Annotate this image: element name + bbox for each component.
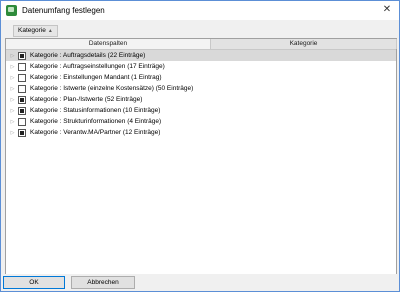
cancel-button[interactable]: Abbrechen <box>71 276 135 289</box>
dialog-window: Datenumfang festlegen ✕ Kategorie ▲ Date… <box>0 0 400 292</box>
group-row-label: Kategorie : Einstellungen Mandant (1 Ein… <box>30 74 162 81</box>
group-row-label: Kategorie : Statusinformationen (10 Eint… <box>30 107 161 114</box>
group-chip-kategorie[interactable]: Kategorie ▲ <box>13 25 58 37</box>
expand-arrow-icon[interactable]: ▷ <box>8 86 17 92</box>
group-row-label: Kategorie : Istwerte (einzelne Kostensät… <box>30 85 194 92</box>
group-row[interactable]: ▷ Kategorie : Statusinformationen (10 Ein… <box>6 105 396 116</box>
expand-arrow-icon[interactable]: ▷ <box>8 75 17 81</box>
group-row[interactable]: ▷ Kategorie : Einstellungen Mandant (1 Ei… <box>6 72 396 83</box>
row-checkbox[interactable] <box>18 106 26 115</box>
group-row[interactable]: ▷ Kategorie : Istwerte (einzelne Kostensä… <box>6 83 396 94</box>
grid-header: Datenspalten Kategorie <box>6 39 397 50</box>
group-row[interactable]: ▷ Kategorie : Verantw.MA/Partner (12 Eint… <box>6 127 396 138</box>
expand-arrow-icon[interactable]: ▷ <box>8 53 17 59</box>
row-checkbox[interactable] <box>18 95 26 104</box>
group-row[interactable]: ▷ Kategorie : Strukturinformationen (4 Ei… <box>6 116 396 127</box>
close-icon[interactable]: ✕ <box>381 4 393 16</box>
row-checkbox[interactable] <box>18 51 26 60</box>
row-checkbox[interactable] <box>18 117 26 126</box>
app-icon <box>6 5 17 16</box>
group-row-label: Kategorie : Strukturinformationen (4 Ein… <box>30 118 162 125</box>
data-grid: Datenspalten Kategorie ▷ Kategorie : Auft… <box>5 38 397 275</box>
button-bar: OK Abbrechen <box>1 274 399 291</box>
grid-rows: ▷ Kategorie : Auftragsdetails (22 Einträg… <box>6 50 396 138</box>
group-by-panel: Kategorie ▲ <box>5 23 395 37</box>
row-checkbox[interactable] <box>18 73 26 82</box>
row-checkbox[interactable] <box>18 62 26 71</box>
group-chip-label: Kategorie <box>18 27 46 34</box>
row-checkbox[interactable] <box>18 128 26 137</box>
expand-arrow-icon[interactable]: ▷ <box>8 130 17 136</box>
window-title: Datenumfang festlegen <box>22 6 105 15</box>
group-row[interactable]: ▷ Kategorie : Auftragsdetails (22 Einträg… <box>6 50 396 61</box>
ok-button[interactable]: OK <box>3 276 65 289</box>
group-row[interactable]: ▷ Kategorie : Plan-/Istwerte (52 Einträge… <box>6 94 396 105</box>
expand-arrow-icon[interactable]: ▷ <box>8 119 17 125</box>
row-checkbox[interactable] <box>18 84 26 93</box>
expand-arrow-icon[interactable]: ▷ <box>8 64 17 70</box>
column-header-datenspalten[interactable]: Datenspalten <box>6 39 211 49</box>
group-row[interactable]: ▷ Kategorie : Auftragseinstellungen (17 E… <box>6 61 396 72</box>
group-row-label: Kategorie : Auftragsdetails (22 Einträge… <box>30 52 146 59</box>
group-row-label: Kategorie : Auftragseinstellungen (17 Ei… <box>30 63 165 70</box>
expand-arrow-icon[interactable]: ▷ <box>8 108 17 114</box>
title-bar[interactable]: Datenumfang festlegen ✕ <box>1 1 399 20</box>
group-row-label: Kategorie : Plan-/Istwerte (52 Einträge) <box>30 96 143 103</box>
group-row-label: Kategorie : Verantw.MA/Partner (12 Eintr… <box>30 129 161 136</box>
sort-ascending-icon: ▲ <box>47 28 53 34</box>
expand-arrow-icon[interactable]: ▷ <box>8 97 17 103</box>
column-header-kategorie[interactable]: Kategorie <box>211 39 397 49</box>
